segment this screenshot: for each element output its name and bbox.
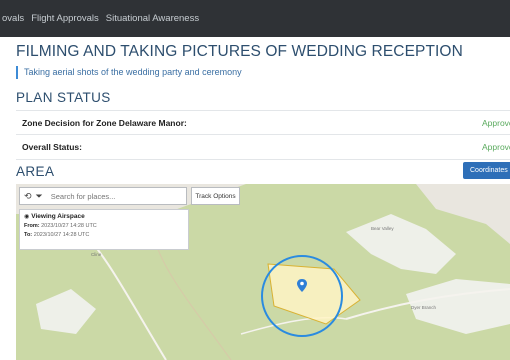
status-value: Approved bbox=[482, 142, 510, 152]
filter-icon[interactable]: ⏷ bbox=[36, 191, 43, 201]
map-place-label: Cline bbox=[91, 252, 102, 257]
eye-icon: ◉ bbox=[24, 214, 30, 220]
nav-link-flight-approvals[interactable]: Flight Approvals bbox=[31, 13, 99, 24]
coordinates-button[interactable]: Coordinates bbox=[463, 162, 510, 179]
map-search-box: ⟲ ⏷ bbox=[19, 187, 187, 205]
map-place-label: Dyer Branch bbox=[411, 305, 437, 310]
info-from-label: From: bbox=[24, 223, 40, 229]
area-heading: AREA bbox=[16, 164, 55, 179]
info-to-label: To: bbox=[24, 232, 33, 238]
info-from: From: 2023/10/27 14:28 UTC bbox=[24, 223, 184, 229]
map-place-label: Bear Valley bbox=[371, 226, 394, 231]
track-options-button[interactable]: Track Options bbox=[191, 187, 240, 205]
airspace-info-card: ◉ Viewing Airspace From: 2023/10/27 14:2… bbox=[19, 209, 189, 250]
status-row-zone-decision: Zone Decision for Zone Delaware Manor: A… bbox=[16, 110, 510, 135]
page-title: FILMING AND TAKING PICTURES OF WEDDING R… bbox=[16, 43, 463, 60]
status-label: Overall Status: bbox=[22, 142, 82, 152]
status-value: Approved bbox=[482, 118, 510, 128]
info-to-value: 2023/10/27 14:28 UTC bbox=[33, 232, 90, 238]
refresh-icon[interactable]: ⟲ bbox=[24, 191, 32, 201]
top-nav-bar: ovals Flight Approvals Situational Aware… bbox=[0, 0, 510, 37]
plan-status-heading: PLAN STATUS bbox=[16, 90, 111, 105]
nav-link-situational-awareness[interactable]: Situational Awareness bbox=[106, 13, 199, 24]
status-label: Zone Decision for Zone Delaware Manor: bbox=[22, 118, 187, 128]
search-input[interactable] bbox=[48, 190, 183, 202]
info-to: To: 2023/10/27 14:28 UTC bbox=[24, 232, 184, 238]
page-subtitle: Taking aerial shots of the wedding party… bbox=[16, 66, 242, 79]
status-row-overall: Overall Status: Approved bbox=[16, 134, 510, 160]
info-card-title: Viewing Airspace bbox=[31, 213, 85, 220]
nav-link-approvals[interactable]: ovals bbox=[2, 13, 24, 24]
info-from-value: 2023/10/27 14:28 UTC bbox=[41, 223, 97, 229]
